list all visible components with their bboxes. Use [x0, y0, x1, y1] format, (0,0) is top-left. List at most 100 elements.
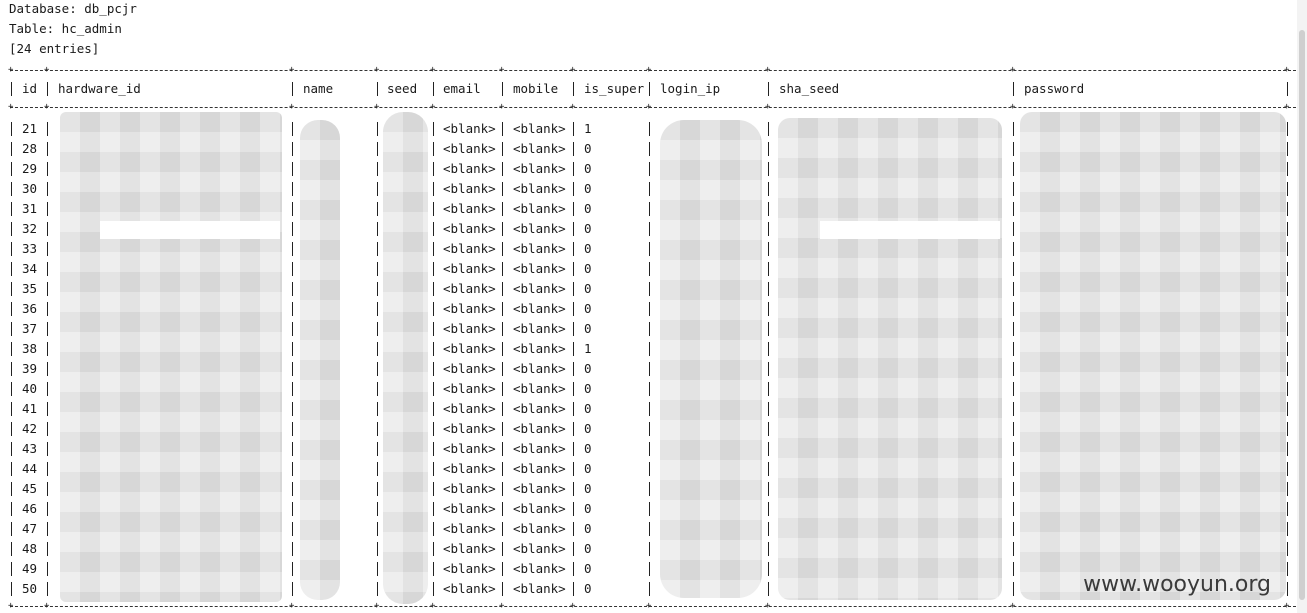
cell-mobile: <blank> — [513, 241, 566, 256]
column-separator — [502, 182, 503, 196]
column-separator — [11, 502, 12, 516]
cell-mobile: <blank> — [513, 581, 566, 596]
border-corner: + — [289, 102, 295, 112]
cell-id: 30 — [22, 181, 38, 196]
cell-email: <blank> — [443, 501, 496, 516]
column-separator — [502, 582, 503, 596]
cell-email: <blank> — [443, 181, 496, 196]
column-separator — [1013, 142, 1014, 156]
column-separator — [768, 202, 769, 216]
column-separator — [768, 582, 769, 596]
border-corner: + — [570, 601, 576, 611]
column-separator — [1287, 342, 1288, 356]
border-corner: + — [765, 601, 771, 611]
cell-email: <blank> — [443, 361, 496, 376]
column-separator — [1287, 582, 1288, 596]
column-separator — [377, 182, 378, 196]
column-separator — [1287, 362, 1288, 376]
column-separator — [1013, 562, 1014, 576]
column-separator — [47, 302, 48, 316]
border-corner: + — [8, 65, 14, 75]
cell-id: 48 — [22, 541, 38, 556]
column-separator — [768, 402, 769, 416]
column-separator — [502, 562, 503, 576]
column-header-seed: seed — [387, 81, 418, 96]
column-separator — [47, 182, 48, 196]
column-separator — [47, 562, 48, 576]
column-separator — [11, 122, 12, 136]
column-separator — [433, 482, 434, 496]
cell-is-super: 0 — [584, 441, 592, 456]
column-separator — [649, 282, 650, 296]
column-separator — [768, 522, 769, 536]
column-separator — [377, 222, 378, 236]
column-separator — [433, 542, 434, 556]
cell-id: 38 — [22, 341, 38, 356]
column-separator — [649, 202, 650, 216]
column-separator — [502, 342, 503, 356]
column-separator — [377, 342, 378, 356]
table-border-rule — [10, 70, 1296, 71]
cell-is-super: 0 — [584, 501, 592, 516]
redacted-hardware-id — [60, 112, 282, 602]
column-header-id: id — [22, 81, 38, 96]
column-separator — [1013, 482, 1014, 496]
column-separator — [649, 362, 650, 376]
column-separator — [768, 282, 769, 296]
column-separator — [502, 282, 503, 296]
column-separator — [433, 342, 434, 356]
column-separator — [1013, 262, 1014, 276]
vertical-scrollbar[interactable] — [1297, 0, 1307, 613]
cell-email: <blank> — [443, 161, 496, 176]
column-separator — [1287, 482, 1288, 496]
cell-mobile: <blank> — [513, 541, 566, 556]
column-separator — [433, 222, 434, 236]
column-separator — [47, 462, 48, 476]
column-separator — [433, 522, 434, 536]
cell-mobile: <blank> — [513, 161, 566, 176]
column-separator — [1013, 382, 1014, 396]
column-separator — [292, 162, 293, 176]
redaction-gap — [820, 221, 1000, 239]
column-separator — [377, 522, 378, 536]
column-separator — [11, 382, 12, 396]
column-separator — [502, 482, 503, 496]
column-separator — [573, 402, 574, 416]
column-separator — [1287, 182, 1288, 196]
column-separator — [1287, 502, 1288, 516]
cell-is-super: 0 — [584, 241, 592, 256]
cell-is-super: 0 — [584, 161, 592, 176]
column-separator — [11, 402, 12, 416]
cell-id: 29 — [22, 161, 38, 176]
column-separator — [1013, 362, 1014, 376]
redacted-login-ip — [660, 120, 762, 598]
column-separator — [47, 542, 48, 556]
cell-mobile: <blank> — [513, 261, 566, 276]
scroll-thumb[interactable] — [1299, 30, 1305, 600]
entry-count: [24 entries] — [9, 41, 100, 56]
column-separator — [502, 502, 503, 516]
column-separator — [768, 342, 769, 356]
cell-email: <blank> — [443, 321, 496, 336]
cell-id: 47 — [22, 521, 38, 536]
column-separator — [502, 382, 503, 396]
column-separator — [1013, 302, 1014, 316]
column-separator — [573, 522, 574, 536]
header-column-separator — [292, 82, 293, 96]
header-column-separator — [1287, 82, 1288, 96]
column-separator — [292, 222, 293, 236]
border-corner: + — [1010, 601, 1016, 611]
cell-mobile: <blank> — [513, 281, 566, 296]
border-corner: + — [44, 65, 50, 75]
column-separator — [47, 582, 48, 596]
cell-is-super: 0 — [584, 301, 592, 316]
column-separator — [433, 122, 434, 136]
column-separator — [768, 182, 769, 196]
cell-id: 45 — [22, 481, 38, 496]
column-separator — [502, 242, 503, 256]
cell-id: 28 — [22, 141, 38, 156]
column-separator — [573, 502, 574, 516]
border-corner: + — [8, 102, 14, 112]
column-separator — [768, 442, 769, 456]
column-separator — [11, 262, 12, 276]
